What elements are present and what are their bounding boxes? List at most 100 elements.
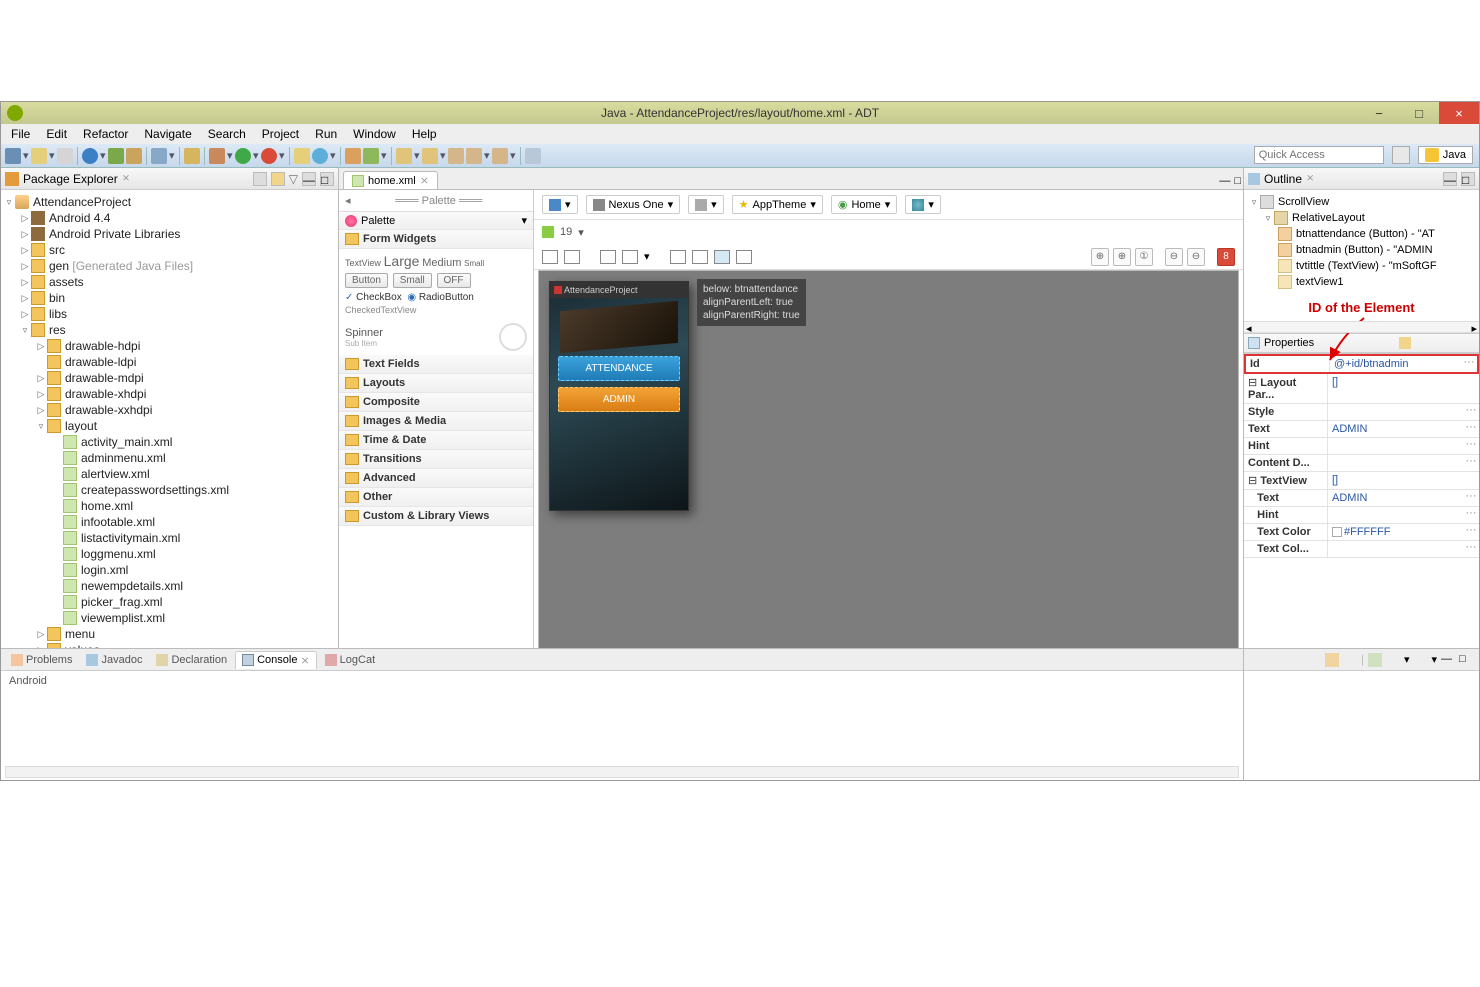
palette-category[interactable]: Images & Media <box>339 412 533 431</box>
property-row[interactable]: Text Color#FFFFFF··· <box>1244 524 1479 541</box>
progressbar-icon[interactable] <box>499 323 527 351</box>
console-min-icon[interactable]: — <box>1441 653 1455 667</box>
tree-item[interactable]: createpasswordsettings.xml <box>3 482 336 498</box>
props-sort-icon[interactable] <box>1415 337 1427 349</box>
widget-radiobutton[interactable]: RadioButton <box>419 292 474 303</box>
tree-item[interactable]: ▿layout <box>3 418 336 434</box>
tree-item[interactable]: login.xml <box>3 562 336 578</box>
debug-icon[interactable] <box>184 148 200 164</box>
zoom-out-icon[interactable]: ⊖ <box>1165 248 1183 266</box>
layout3-icon[interactable] <box>714 250 730 264</box>
tool2-icon[interactable] <box>209 148 225 164</box>
tool-icon[interactable] <box>151 148 167 164</box>
tree-item[interactable]: ▷src <box>3 242 336 258</box>
property-row[interactable]: TextADMIN··· <box>1244 421 1479 438</box>
collapse-all-icon[interactable] <box>253 172 267 186</box>
run-icon[interactable] <box>235 148 251 164</box>
java-perspective-button[interactable]: Java <box>1418 146 1473 164</box>
preview-admin-button[interactable]: ADMIN <box>558 387 680 412</box>
palette-category[interactable]: Composite <box>339 393 533 412</box>
save-all-icon[interactable] <box>57 148 73 164</box>
layout1-icon[interactable] <box>670 250 686 264</box>
menu-refactor[interactable]: Refactor <box>77 127 134 141</box>
activity-dropdown[interactable]: ◉ Home ▾ <box>831 195 897 214</box>
quick-access-input[interactable] <box>1254 146 1384 164</box>
props-filter-icon[interactable] <box>1399 337 1411 349</box>
sdk-manager-icon[interactable] <box>82 148 98 164</box>
new-icon[interactable] <box>5 148 21 164</box>
tree-item[interactable]: ▷Android Private Libraries <box>3 226 336 242</box>
widget-small-button[interactable]: Small <box>393 273 432 288</box>
tree-item[interactable]: infootable.xml <box>3 514 336 530</box>
tree-item[interactable]: ▷drawable-hdpi <box>3 338 336 354</box>
zoom-out2-icon[interactable]: ⊖ <box>1187 248 1205 266</box>
tree-item[interactable]: ▷drawable-xxhdpi <box>3 402 336 418</box>
menu-window[interactable]: Window <box>347 127 402 141</box>
property-row[interactable]: Style··· <box>1244 404 1479 421</box>
tab-problems[interactable]: Problems <box>5 652 78 668</box>
console-btn2-icon[interactable] <box>1343 653 1357 667</box>
theme-dropdown[interactable]: ★ AppTheme ▾ <box>732 195 823 214</box>
zoom-in-icon[interactable]: ⊕ <box>1113 248 1131 266</box>
tree-item[interactable]: ▷drawable-xhdpi <box>3 386 336 402</box>
tree-item[interactable]: newempdetails.xml <box>3 578 336 594</box>
nav-fwd-icon[interactable] <box>422 148 438 164</box>
tree-item[interactable]: home.xml <box>3 498 336 514</box>
widget-spinner[interactable]: Spinner <box>345 327 383 339</box>
device-preview[interactable]: AttendanceProject ATTENDANCE ADMIN <box>549 281 689 511</box>
menu-edit[interactable]: Edit <box>40 127 73 141</box>
lint-icon[interactable] <box>126 148 142 164</box>
palette-category[interactable]: Other <box>339 488 533 507</box>
avd-manager-icon[interactable] <box>108 148 124 164</box>
grid1-icon[interactable] <box>600 250 616 264</box>
menu-run[interactable]: Run <box>309 127 343 141</box>
property-row[interactable]: Hint··· <box>1244 507 1479 524</box>
tree-item[interactable]: drawable-ldpi <box>3 354 336 370</box>
maximize-view-icon[interactable]: □ <box>320 172 334 186</box>
property-row[interactable]: Text Col...··· <box>1244 541 1479 558</box>
nav-back-icon[interactable] <box>396 148 412 164</box>
props-alpha-icon[interactable] <box>1431 337 1443 349</box>
menu-project[interactable]: Project <box>256 127 305 141</box>
console-btn5-icon[interactable] <box>1413 653 1427 667</box>
refresh-icon[interactable] <box>312 148 328 164</box>
properties-table[interactable]: Id@+id/btnadmin···⊟ Layout Par...[]Style… <box>1244 353 1479 558</box>
tree-item[interactable]: alertview.xml <box>3 466 336 482</box>
pin-icon[interactable] <box>525 148 541 164</box>
locale-dropdown[interactable]: ▾ <box>905 195 941 214</box>
search-icon[interactable] <box>363 148 379 164</box>
tab-console[interactable]: Console ⨯ <box>235 651 317 669</box>
property-row[interactable]: ⊟ TextView[] <box>1244 472 1479 490</box>
nav-last-icon[interactable] <box>448 148 464 164</box>
widget-checkedtextview[interactable]: CheckedTextView <box>345 305 527 315</box>
tree-item[interactable]: picker_frag.xml <box>3 594 336 610</box>
maximize-button[interactable]: □ <box>1399 102 1439 124</box>
config-dropdown[interactable]: ▾ <box>542 195 578 214</box>
tree-item[interactable]: ▷Android 4.4 <box>3 210 336 226</box>
stop-icon[interactable] <box>261 148 277 164</box>
console-btn4-icon[interactable] <box>1386 653 1400 667</box>
widget-button[interactable]: Button <box>345 273 388 288</box>
palette-category[interactable]: Time & Date <box>339 431 533 450</box>
nav-prev-icon[interactable] <box>492 148 508 164</box>
menu-search[interactable]: Search <box>202 127 252 141</box>
tab-declaration[interactable]: Declaration <box>150 652 233 668</box>
tree-item[interactable]: ▷bin <box>3 290 336 306</box>
device-dropdown[interactable]: Nexus One ▾ <box>586 195 681 214</box>
tree-item[interactable]: ▷libs <box>3 306 336 322</box>
outline-horizontal-scrollbar[interactable]: ◂▸ <box>1244 321 1479 333</box>
layout2-icon[interactable] <box>692 250 708 264</box>
layout4-icon[interactable] <box>736 250 752 264</box>
tree-item[interactable]: loggmenu.xml <box>3 546 336 562</box>
menu-file[interactable]: File <box>5 127 36 141</box>
tree-item[interactable]: viewemplist.xml <box>3 610 336 626</box>
preview-attendance-button[interactable]: ATTENDANCE <box>558 356 680 381</box>
save-icon[interactable] <box>31 148 47 164</box>
open-perspective-icon[interactable] <box>1392 146 1410 164</box>
outline-max-icon[interactable]: □ <box>1461 172 1475 186</box>
widget-small-text[interactable]: Small <box>464 259 484 268</box>
link-editor-icon[interactable] <box>271 172 285 186</box>
palette-category[interactable]: Transitions <box>339 450 533 469</box>
nav-next-icon[interactable] <box>466 148 482 164</box>
zoom-fit-icon[interactable]: ⊕ <box>1091 248 1109 266</box>
